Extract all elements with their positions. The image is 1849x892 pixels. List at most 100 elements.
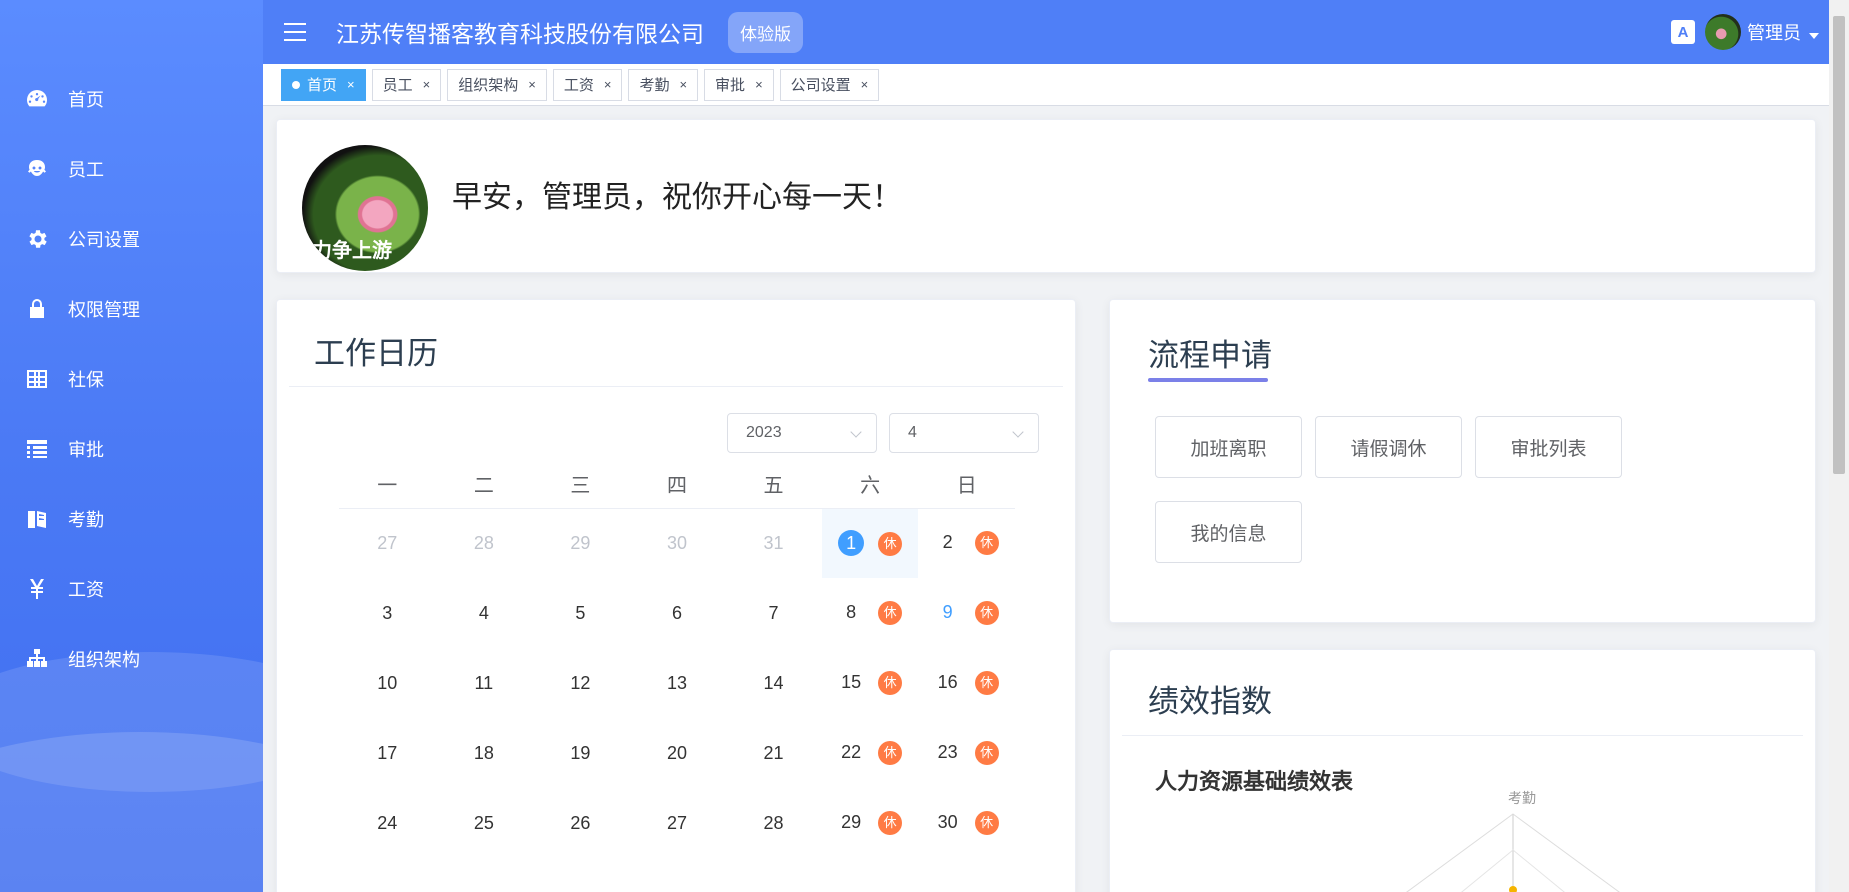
day-number: 30 (937, 811, 958, 832)
calendar-day-cell[interactable]: 30 (629, 508, 726, 578)
sidebar-item-org-structure[interactable]: 组织架构 (0, 624, 263, 694)
calendar-day-cell[interactable]: 11 (436, 648, 533, 718)
calendar-day-cell[interactable]: 22 休 (822, 718, 919, 788)
day-number: 13 (666, 672, 687, 693)
tree-icon (24, 646, 50, 672)
close-icon[interactable]: × (604, 77, 612, 92)
calendar-day-cell[interactable]: 2休 (918, 508, 1015, 578)
year-select[interactable]: 2023 (727, 413, 877, 453)
calendar-day-cell[interactable]: 21 (725, 718, 822, 788)
hamburger-icon[interactable] (284, 23, 306, 41)
calendar-day-cell[interactable]: 12 (532, 648, 629, 718)
process-apply-card: 流程申请 加班离职 请假调休 审批列表 我的信息 (1109, 299, 1816, 623)
tag-approvals[interactable]: 审批 × (704, 68, 774, 101)
day-number: 24 (377, 812, 398, 833)
radar-axis-label: 考勤 (1508, 790, 1536, 806)
sidebar-item-approvals[interactable]: 审批 (0, 414, 263, 484)
calendar-day-cell[interactable]: 3 (339, 578, 436, 648)
calendar-day-cell[interactable]: 29 休 (822, 788, 919, 858)
calendar-day-cell[interactable]: 1休 (821, 508, 919, 578)
calendar-day-cell[interactable]: 23 休 (918, 718, 1015, 788)
calendar-day-cell[interactable]: 5 (532, 578, 629, 648)
tag-employees[interactable]: 员工 × (371, 68, 442, 101)
calendar-day-cell[interactable]: 27 (339, 508, 436, 578)
day-number: 27 (666, 812, 687, 833)
calendar-day-cell[interactable]: 18 (436, 718, 533, 788)
overtime-resign-button[interactable]: 加班离职 (1155, 416, 1302, 478)
calendar-day-cell[interactable]: 7 (725, 578, 822, 648)
tag-org-structure[interactable]: 组织架构 × (447, 68, 547, 101)
month-select[interactable]: 4 (889, 413, 1039, 453)
user-area: A 管理员 (1671, 0, 1819, 64)
calendar-day-cell[interactable]: 26 (532, 788, 629, 858)
sidebar-item-company-settings[interactable]: 公司设置 (0, 204, 263, 274)
rest-day-badge: 休 (974, 811, 999, 835)
weekday: 五 (725, 460, 822, 509)
chevron-down-icon (1012, 426, 1024, 438)
day-number: 30 (666, 532, 687, 553)
calendar-day-cell[interactable]: 4 (436, 578, 533, 648)
month-value: 4 (908, 424, 917, 441)
sidebar-item-permissions[interactable]: 权限管理 (0, 274, 263, 344)
calendar-day-cell[interactable]: 29 (532, 508, 629, 578)
calendar-day-cell[interactable]: 28 (436, 508, 533, 578)
close-icon[interactable]: × (528, 77, 536, 92)
calendar-day-cell[interactable]: 25 (436, 788, 533, 858)
sidebar-item-attendance[interactable]: 考勤 (0, 484, 263, 554)
tag-label: 考勤 (639, 77, 670, 94)
translate-icon[interactable]: A (1671, 20, 1695, 44)
leave-button[interactable]: 请假调休 (1315, 416, 1462, 478)
calendar-day-cell[interactable]: 17 (339, 718, 436, 788)
calendar-day-cell[interactable]: 27 (629, 788, 726, 858)
calendar-week-row: 345678休9休 (339, 578, 1015, 648)
calendar-day-cell[interactable]: 13 (629, 648, 726, 718)
close-icon[interactable]: × (423, 77, 431, 92)
my-info-button[interactable]: 我的信息 (1155, 501, 1302, 563)
tag-company-settings[interactable]: 公司设置 × (779, 68, 880, 101)
avatar[interactable] (1705, 14, 1741, 50)
calendar-day-cell[interactable]: 16 休 (918, 648, 1015, 718)
caret-down-icon[interactable] (1809, 33, 1819, 39)
year-value: 2023 (746, 424, 782, 441)
rest-day-badge: 休 (974, 741, 999, 765)
tag-salary[interactable]: 工资 × (552, 68, 623, 101)
day-number: 19 (570, 742, 591, 763)
sidebar-item-social-security[interactable]: 社保 (0, 344, 263, 414)
day-number: 15 (841, 671, 862, 692)
close-icon[interactable]: × (755, 77, 763, 92)
scrollbar-thumb[interactable] (1833, 16, 1845, 474)
calendar-week-row: 27 28 29 30 31 1 休 2 休 (339, 508, 1015, 578)
close-icon[interactable]: × (679, 77, 687, 92)
calendar-day-cell[interactable]: 20 (629, 718, 726, 788)
calendar-day-cell[interactable]: 24 (339, 788, 436, 858)
sidebar-menu: 首页 员工 公司设置 权限管理 社保 审批 考勤 工资 组织架构 (0, 64, 263, 694)
calendar-day-cell[interactable]: 9休 (918, 578, 1015, 648)
sidebar-item-home[interactable]: 首页 (0, 64, 263, 134)
sidebar-item-label: 社保 (68, 370, 104, 390)
day-number: 28 (473, 532, 494, 553)
sidebar-item-employees[interactable]: 员工 (0, 134, 263, 204)
tag-attendance[interactable]: 考勤 × (628, 68, 699, 101)
approval-list-button[interactable]: 审批列表 (1475, 416, 1622, 478)
calendar-day-cell[interactable]: 19 (532, 718, 629, 788)
calendar-day-cell[interactable]: 31 (725, 508, 822, 578)
calendar-day-cell[interactable]: 6 (629, 578, 726, 648)
day-number: 21 (763, 742, 784, 763)
calendar-day-cell[interactable]: 15 休 (822, 648, 919, 718)
username[interactable]: 管理员 (1747, 19, 1801, 45)
calendar-title: 工作日历 (314, 336, 438, 371)
page-scrollbar[interactable] (1829, 0, 1849, 892)
tag-home[interactable]: 首页 × (281, 68, 366, 101)
performance-card: 绩效指数 人力资源基础绩效表 考勤 (1109, 649, 1816, 892)
calendar-day-cell[interactable]: 14 (725, 648, 822, 718)
calendar-day-cell[interactable]: 8休 (822, 578, 919, 648)
sidebar-wave-decoration (0, 732, 263, 892)
calendar-day-cell[interactable]: 30 休 (918, 788, 1015, 858)
close-icon[interactable]: × (861, 77, 869, 92)
day-number: 1 (838, 530, 865, 557)
close-icon[interactable]: × (347, 77, 355, 92)
calendar-day-cell[interactable]: 10 (339, 648, 436, 718)
calendar-day-cell[interactable]: 28 (725, 788, 822, 858)
sidebar-item-salary[interactable]: 工资 (0, 554, 263, 624)
lock-icon (24, 296, 50, 322)
